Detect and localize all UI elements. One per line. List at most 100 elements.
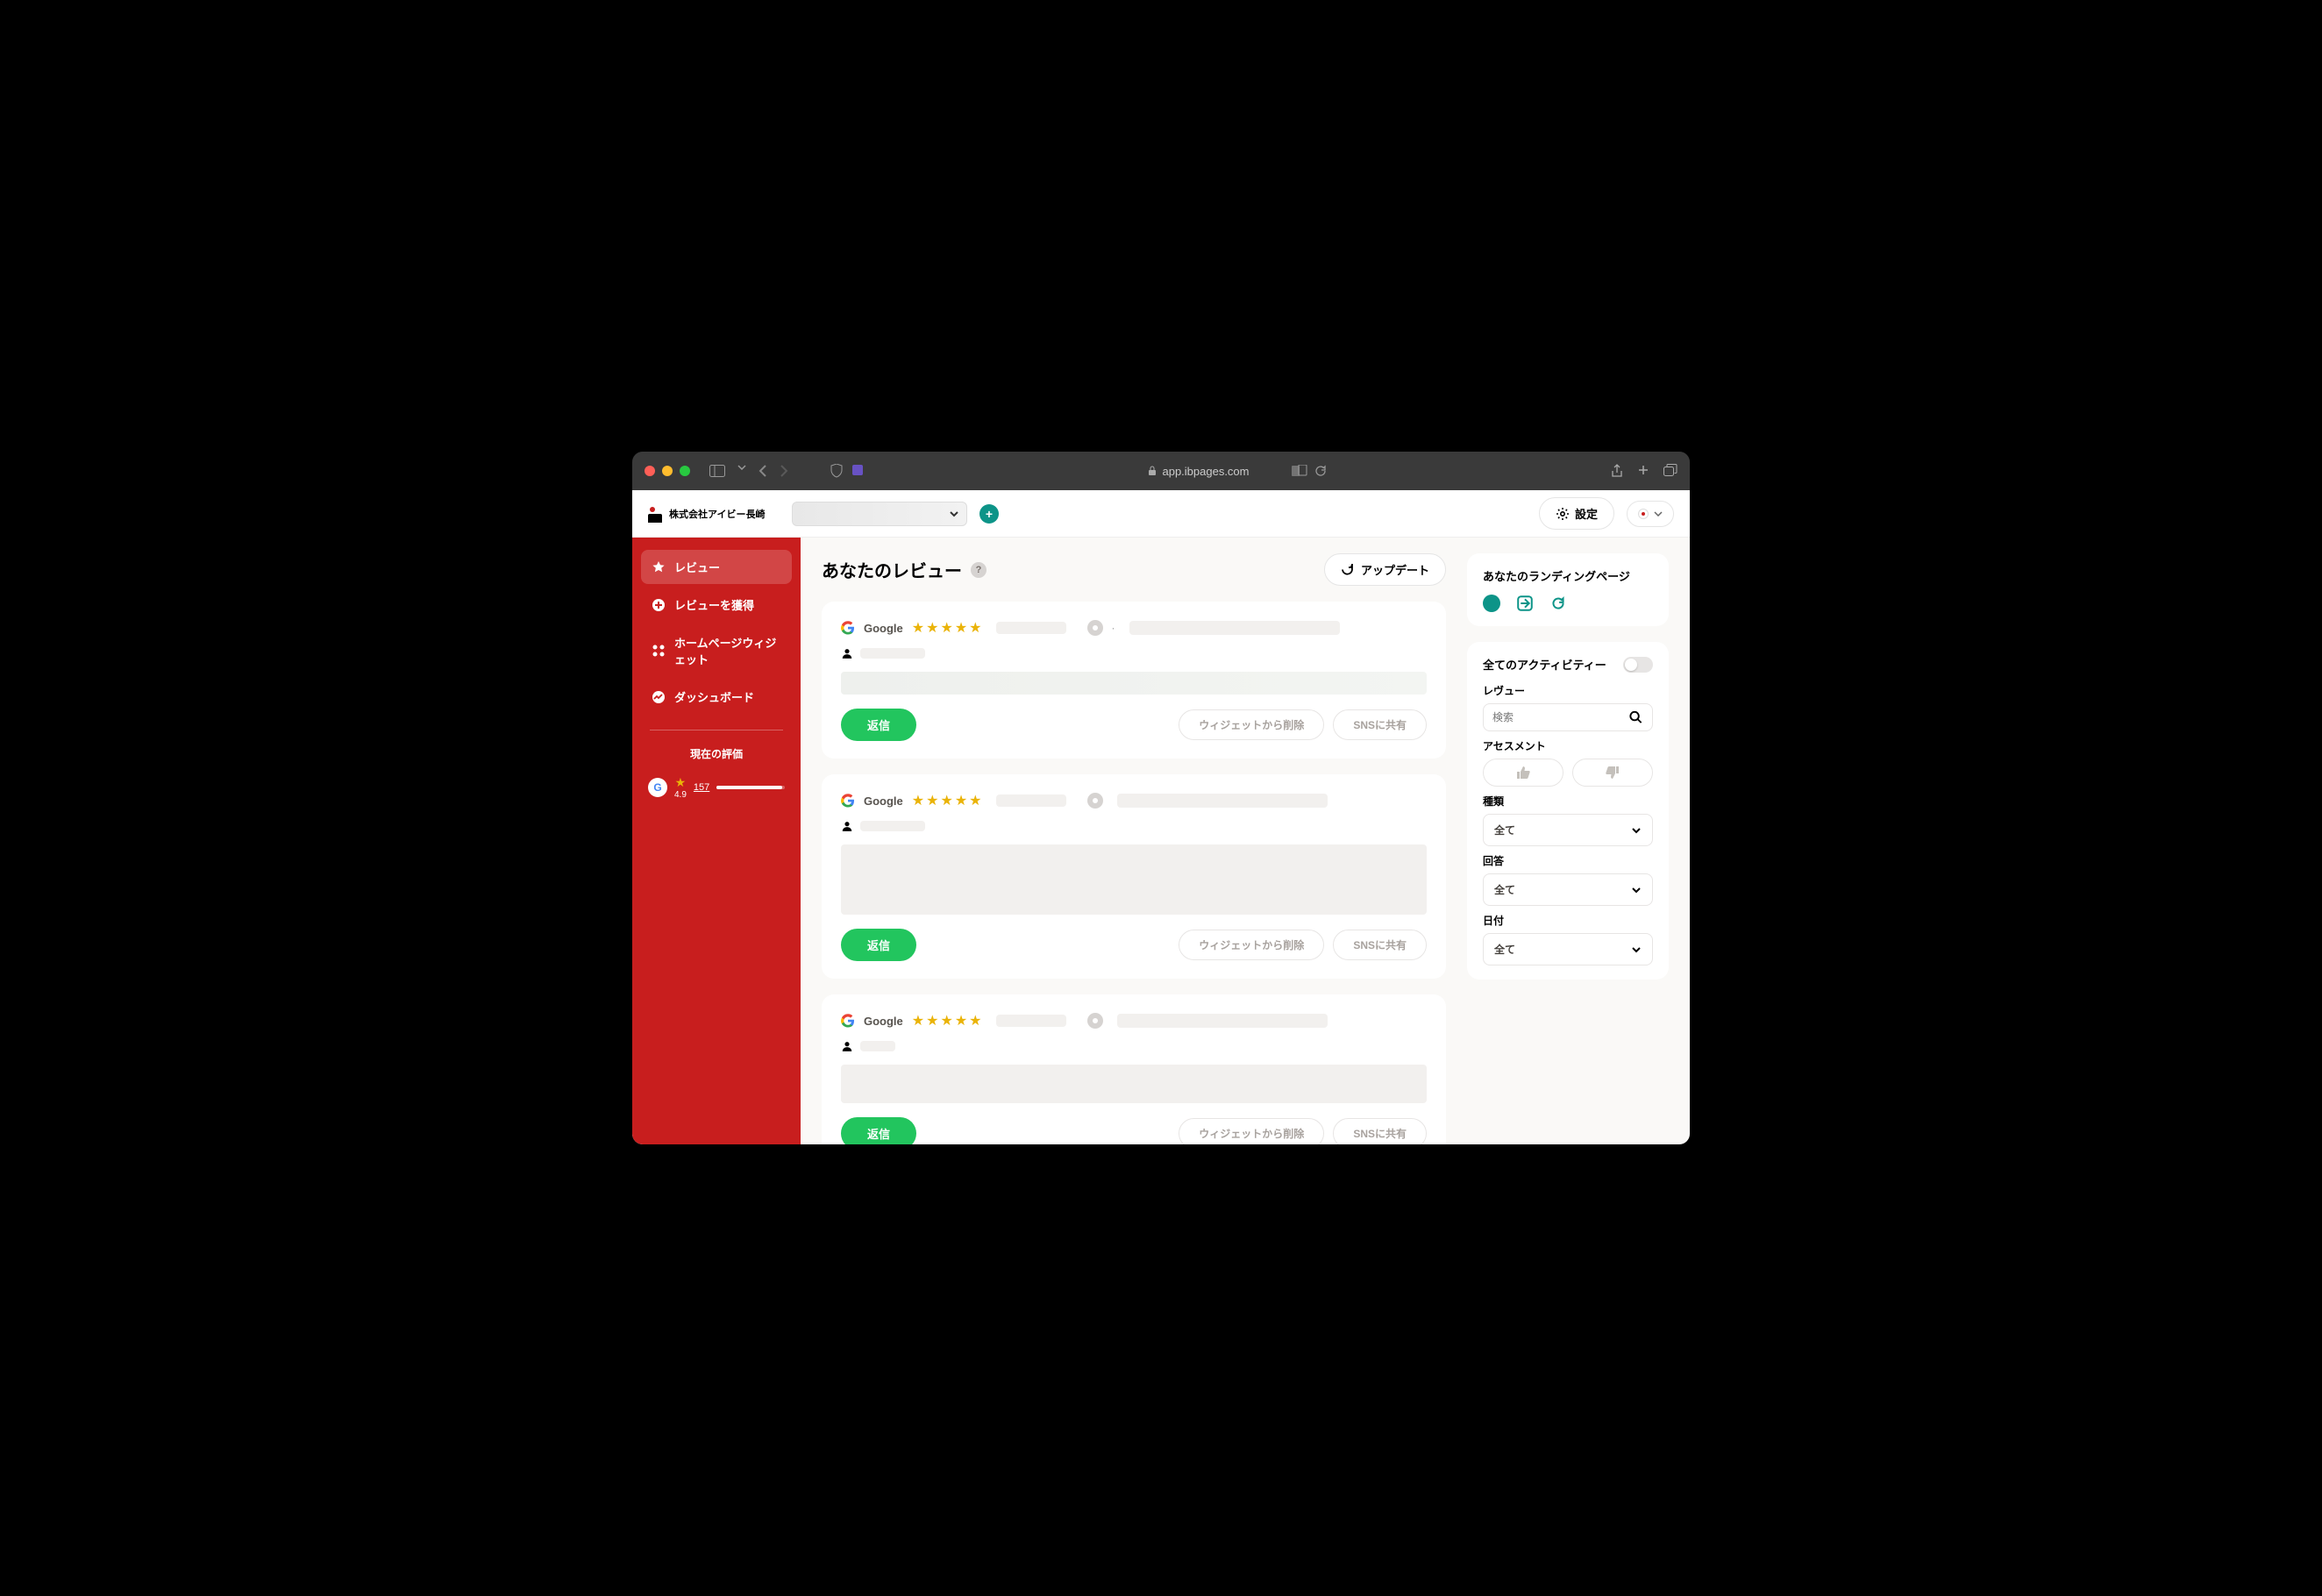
location-select[interactable] (792, 502, 967, 526)
remove-from-widget-button[interactable]: ウィジェットから削除 (1179, 930, 1324, 960)
company-name: 株式会社アイビー長崎 (669, 507, 765, 521)
edit-link-icon[interactable] (1516, 595, 1534, 612)
tabs-icon[interactable] (1663, 464, 1677, 476)
type-filter-label: 種類 (1483, 794, 1653, 809)
new-tab-icon[interactable] (1637, 464, 1649, 476)
person-icon (841, 647, 853, 659)
refresh-icon (1341, 563, 1354, 576)
sidebar-item-label: レビューを獲得 (674, 596, 754, 613)
rating-score: ★ 4.9 (674, 775, 687, 800)
language-select[interactable] (1627, 501, 1674, 527)
review-body-placeholder (841, 1065, 1427, 1103)
share-icon[interactable] (1611, 464, 1623, 478)
activity-toggle[interactable] (1623, 657, 1653, 673)
search-input-wrapper[interactable] (1483, 703, 1653, 731)
update-label: アップデート (1361, 561, 1429, 578)
rating-count: 157 (694, 782, 709, 793)
chevron-down-icon[interactable] (737, 465, 746, 470)
translate-icon[interactable] (1292, 465, 1307, 477)
reply-button[interactable]: 返信 (841, 929, 916, 961)
author-placeholder (860, 1041, 895, 1051)
location-placeholder (1117, 794, 1328, 808)
help-icon[interactable]: ? (971, 562, 986, 578)
sidebar-item-get-reviews[interactable]: レビューを獲得 (641, 588, 792, 622)
share-sns-button[interactable]: SNSに共有 (1333, 1118, 1427, 1144)
settings-label: 設定 (1575, 505, 1598, 522)
plus-circle-icon (652, 598, 666, 612)
logo-mark-icon (648, 505, 664, 523)
review-filter-label: レヴュー (1483, 683, 1653, 698)
settings-button[interactable]: 設定 (1539, 497, 1614, 530)
chat-bubble-icon[interactable] (1483, 595, 1500, 612)
answer-filter-label: 回答 (1483, 853, 1653, 868)
rating-bar (716, 786, 785, 789)
share-sns-button[interactable]: SNSに共有 (1333, 709, 1427, 740)
share-sns-button[interactable]: SNSに共有 (1333, 930, 1427, 960)
refresh-link-icon[interactable] (1549, 595, 1567, 612)
review-source: Google (864, 794, 903, 808)
reviews-header: あなたのレビュー ? アップデート (822, 553, 1446, 586)
reviewer-name-placeholder (996, 622, 1066, 634)
thumbs-down-icon (1605, 766, 1620, 780)
filters-panel: 全てのアクティビティー レヴュー アセスメント (1467, 642, 1669, 980)
refresh-icon[interactable] (1314, 465, 1327, 477)
person-icon (841, 820, 853, 832)
add-location-button[interactable]: + (979, 504, 999, 524)
update-button[interactable]: アップデート (1324, 553, 1446, 586)
date-filter-label: 日付 (1483, 913, 1653, 928)
answer-select[interactable]: 全て (1483, 873, 1653, 906)
location-pin-icon (1087, 620, 1103, 636)
remove-from-widget-button[interactable]: ウィジェットから削除 (1179, 709, 1324, 740)
sidebar-toggle-icon[interactable] (709, 465, 725, 477)
sidebar-item-reviews[interactable]: レビュー (641, 550, 792, 584)
remove-from-widget-button[interactable]: ウィジェットから削除 (1179, 1118, 1324, 1144)
search-input[interactable] (1492, 711, 1628, 723)
chevron-down-icon (1631, 887, 1642, 894)
type-select[interactable]: 全て (1483, 814, 1653, 846)
window-minimize-icon[interactable] (662, 466, 673, 476)
google-icon (841, 794, 855, 808)
reply-button[interactable]: 返信 (841, 709, 916, 741)
star-rating: ★★★★★ (912, 1012, 982, 1030)
reply-button[interactable]: 返信 (841, 1117, 916, 1144)
landing-page-title: あなたのランディングページ (1483, 567, 1653, 584)
thumbs-up-button[interactable] (1483, 759, 1563, 787)
chevron-down-icon (1631, 946, 1642, 953)
star-rating: ★★★★★ (912, 792, 982, 809)
location-pin-icon (1087, 793, 1103, 809)
reviewer-name-placeholder (996, 1015, 1066, 1027)
rating-section-title: 現在の評価 (641, 746, 792, 761)
shield-icon[interactable] (830, 464, 843, 478)
company-logo[interactable]: 株式会社アイビー長崎 (648, 505, 780, 523)
forward-icon (780, 465, 788, 477)
location-placeholder (1129, 621, 1340, 635)
all-activity-label: 全てのアクティビティー (1483, 656, 1606, 673)
google-badge-icon: G (648, 778, 667, 797)
grid-icon (652, 644, 666, 658)
back-icon[interactable] (759, 465, 767, 477)
sidebar-item-widget[interactable]: ホームページウィジェット (641, 625, 792, 676)
lock-icon (1148, 466, 1157, 476)
browser-chrome: app.ibpages.com (632, 452, 1690, 490)
page-title: あなたのレビュー (822, 557, 962, 582)
rating-summary[interactable]: G ★ 4.9 157 (641, 775, 792, 800)
review-source: Google (864, 1015, 903, 1028)
person-icon (841, 1040, 853, 1052)
window-close-icon[interactable] (645, 466, 655, 476)
review-body-placeholder (841, 844, 1427, 915)
chevron-down-icon (949, 510, 959, 517)
author-placeholder (860, 648, 925, 659)
search-icon (1628, 709, 1643, 725)
extension-icon[interactable] (851, 464, 864, 476)
sidebar-item-dashboard[interactable]: ダッシュボード (641, 680, 792, 714)
assessment-label: アセスメント (1483, 738, 1653, 753)
thumbs-down-button[interactable] (1572, 759, 1653, 787)
chart-icon (652, 690, 666, 704)
star-icon (652, 560, 666, 574)
app-topbar: 株式会社アイビー長崎 + 設定 (632, 490, 1690, 538)
window-maximize-icon[interactable] (680, 466, 690, 476)
google-icon (841, 621, 855, 635)
date-select[interactable]: 全て (1483, 933, 1653, 965)
address-bar[interactable]: app.ibpages.com (1148, 465, 1249, 478)
chevron-down-icon (1631, 827, 1642, 834)
